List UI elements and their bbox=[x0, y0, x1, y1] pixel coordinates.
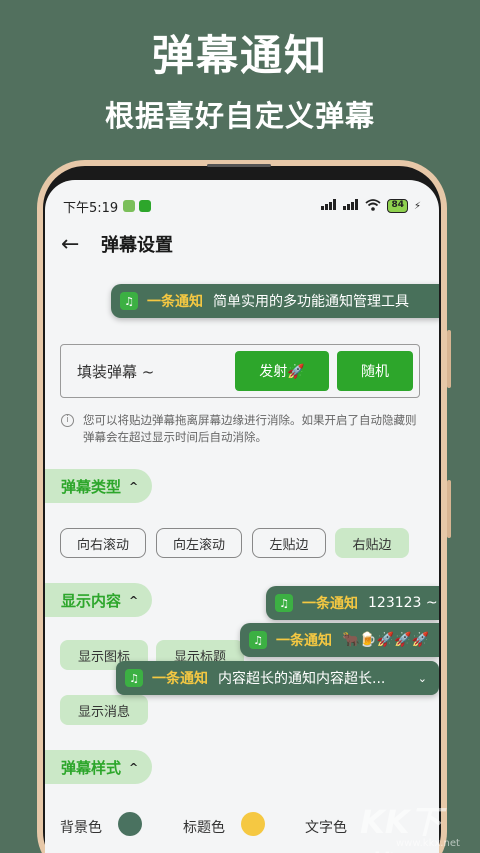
option-stick-left[interactable]: 左贴边 bbox=[252, 528, 326, 558]
chevron-down-icon[interactable]: ⌄ bbox=[418, 672, 427, 685]
promo-headline: 弹幕通知 bbox=[151, 31, 328, 80]
hint-content: 您可以将贴边弹幕拖离屏幕边缘进行消除。如果开启了自动隐藏则弹幕会在超过显示时间后… bbox=[83, 413, 417, 444]
notification-title: 一条通知 bbox=[152, 671, 208, 687]
watermark-url: www.kkx.net bbox=[396, 838, 460, 849]
section-danmaku-type[interactable]: 弹幕类型 ^ bbox=[45, 469, 153, 503]
bg-color-label: 背景色 bbox=[60, 820, 102, 836]
text-color-label: 文字色 bbox=[305, 820, 347, 836]
section-display-content[interactable]: 显示内容 ^ bbox=[45, 583, 153, 617]
notification-app-icon bbox=[123, 200, 136, 212]
danmaku-notification[interactable]: ♫ 一条通知 简单实用的多功能通知管理工具 bbox=[111, 284, 439, 318]
bell-icon: ♫ bbox=[120, 292, 138, 310]
signal-icon bbox=[321, 199, 337, 213]
notification-title: 一条通知 bbox=[276, 633, 332, 649]
hint-text: i 您可以将贴边弹幕拖离屏幕边缘进行消除。如果开启了自动隐藏则弹幕会在超过显示时… bbox=[61, 412, 423, 446]
danmaku-input[interactable]: 填装弹幕 ~ 发射🚀 随机 bbox=[60, 344, 420, 398]
bell-app-icon bbox=[139, 200, 152, 212]
danmaku-notification-expanded[interactable]: ♫ 一条通知 内容超长的通知内容超长... ⌄ bbox=[116, 661, 439, 695]
random-button[interactable]: 随机 bbox=[337, 351, 413, 391]
wifi-icon bbox=[365, 198, 382, 214]
danmaku-notification[interactable]: ♫ 一条通知 123123 ~ bbox=[266, 586, 439, 620]
fire-button[interactable]: 发射🚀 bbox=[235, 351, 329, 391]
back-arrow-icon[interactable]: ← bbox=[61, 232, 85, 257]
danmaku-notification[interactable]: ♫ 一条通知 🐂🍺🚀🚀🚀 bbox=[240, 623, 439, 657]
title-color-label: 标题色 bbox=[183, 820, 225, 836]
notification-message: 简单实用的多功能通知管理工具 bbox=[213, 294, 409, 310]
phone-screen: 下午5:19 84 ⚡ ← 弹幕设置 ♫ 一条通知 简单实用的多功能通知管理工具… bbox=[45, 180, 439, 853]
notification-message: 123123 ~ bbox=[368, 595, 438, 611]
bell-icon: ♫ bbox=[249, 631, 267, 649]
page-title: 弹幕设置 bbox=[101, 235, 173, 256]
option-stick-right[interactable]: 右贴边 bbox=[335, 528, 409, 558]
chevron-up-icon: ^ bbox=[129, 593, 139, 607]
app-bar: ← 弹幕设置 bbox=[45, 220, 439, 268]
bg-color-swatch[interactable] bbox=[118, 812, 142, 836]
battery-icon: 84 bbox=[387, 199, 408, 213]
info-icon: i bbox=[61, 414, 74, 427]
option-show-message[interactable]: 显示消息 bbox=[60, 695, 148, 725]
bell-icon: ♫ bbox=[125, 669, 143, 687]
status-time: 下午5:19 bbox=[63, 200, 119, 216]
section-type-label: 弹幕类型 bbox=[61, 477, 122, 496]
notification-message: 🐂🍺🚀🚀🚀 bbox=[342, 632, 430, 648]
notification-title: 一条通知 bbox=[147, 294, 203, 310]
status-bar: 下午5:19 84 ⚡ bbox=[45, 180, 439, 220]
signal-icon-2 bbox=[343, 199, 359, 213]
section-content-label: 显示内容 bbox=[61, 591, 122, 610]
title-color-swatch[interactable] bbox=[241, 812, 265, 836]
option-scroll-left[interactable]: 向左滚动 bbox=[156, 528, 242, 558]
chevron-up-icon: ^ bbox=[129, 760, 139, 774]
danmaku-placeholder: 填装弹幕 ~ bbox=[77, 363, 155, 381]
charging-icon: ⚡ bbox=[413, 200, 421, 212]
section-danmaku-style[interactable]: 弹幕样式 ^ bbox=[45, 750, 153, 784]
option-scroll-right[interactable]: 向右滚动 bbox=[60, 528, 146, 558]
notification-title: 一条通知 bbox=[302, 596, 358, 612]
chevron-up-icon: ^ bbox=[129, 479, 139, 493]
section-style-label: 弹幕样式 bbox=[61, 758, 122, 777]
bell-icon: ♫ bbox=[275, 594, 293, 612]
promo-subline: 根据喜好自定义弹幕 bbox=[104, 99, 375, 133]
notification-message: 内容超长的通知内容超长... bbox=[218, 671, 386, 687]
